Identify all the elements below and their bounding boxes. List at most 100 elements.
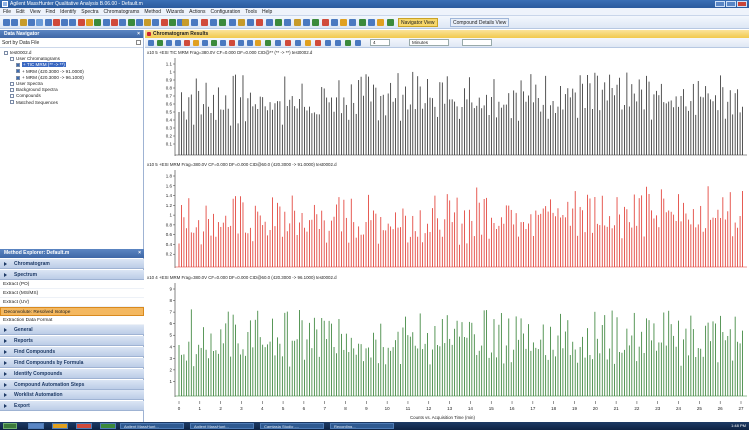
- toolbar-button-icon[interactable]: [321, 19, 329, 26]
- section-chromatogram[interactable]: Chromatogram: [0, 259, 144, 269]
- navigator-view-button[interactable]: Navigator View: [398, 18, 438, 27]
- zoom-field[interactable]: 4: [370, 39, 390, 46]
- toolbar-button-icon[interactable]: [237, 19, 245, 26]
- toolbar-button-icon[interactable]: [19, 19, 27, 26]
- section-find-compounds[interactable]: Find Compounds: [0, 346, 144, 357]
- chromatogram-tool-icon[interactable]: [247, 40, 253, 46]
- chromatogram-tool-icon[interactable]: [335, 40, 341, 46]
- toolbar-button-icon[interactable]: [386, 19, 394, 26]
- chevron-down-icon[interactable]: [136, 40, 141, 45]
- chromatogram-plot-mrm96[interactable]: 9 8 7 6 5 4 3 2 1: [145, 273, 749, 401]
- minimize-button[interactable]: [715, 1, 725, 7]
- pinned-app-icon[interactable]: [76, 423, 92, 429]
- toolbar-button-icon[interactable]: [119, 19, 127, 26]
- chromatogram-tool-icon[interactable]: [211, 40, 217, 46]
- toolbar-button-icon[interactable]: [256, 19, 264, 26]
- chromatogram-tool-icon[interactable]: [166, 40, 172, 46]
- toolbar-button-icon[interactable]: [3, 19, 10, 26]
- method-item[interactable]: Extract (UV): [0, 298, 144, 307]
- menu-item-identify[interactable]: Identify: [60, 9, 76, 15]
- toolbar-button-icon[interactable]: [340, 19, 348, 26]
- section-reports[interactable]: Reports: [0, 335, 144, 346]
- toolbar-button-icon[interactable]: [77, 19, 85, 26]
- pinned-app-icon[interactable]: [100, 423, 116, 429]
- section-compound-automation-steps[interactable]: Compound Automation Steps: [0, 379, 144, 390]
- menu-item-find[interactable]: Find: [45, 9, 55, 15]
- chromatogram-tool-icon[interactable]: [157, 40, 163, 46]
- toolbar-button-icon[interactable]: [312, 19, 320, 26]
- menu-item-method[interactable]: Method: [144, 9, 161, 15]
- taskbar-window-button[interactable]: Agilent MassHunt...: [190, 423, 254, 429]
- chromatogram-plot-tic[interactable]: 1.1 1 0.9 0.8 0.7 0.6 0.5 0.4 0.3 0.2 0.1: [145, 48, 749, 160]
- toolbar-button-icon[interactable]: [86, 19, 93, 26]
- chromatogram-tool-icon[interactable]: [238, 40, 244, 46]
- toolbar-button-icon[interactable]: [169, 19, 176, 26]
- toolbar-button-icon[interactable]: [219, 19, 227, 26]
- toolbar-button-icon[interactable]: [265, 19, 273, 26]
- toolbar-button-icon[interactable]: [61, 19, 69, 26]
- start-button[interactable]: [3, 423, 17, 429]
- checkbox-icon[interactable]: [16, 69, 20, 74]
- toolbar-button-icon[interactable]: [135, 19, 143, 26]
- toolbar-button-icon[interactable]: [209, 19, 217, 26]
- toolbar-button-icon[interactable]: [182, 19, 189, 26]
- toolbar-button-icon[interactable]: [368, 19, 375, 26]
- toolbar-button-icon[interactable]: [377, 19, 385, 26]
- toolbar-button-icon[interactable]: [228, 19, 236, 26]
- toolbar-button-icon[interactable]: [152, 19, 160, 26]
- pinned-app-icon[interactable]: [52, 423, 68, 429]
- close-pane-icon[interactable]: ×: [137, 30, 140, 38]
- toolbar-button-icon[interactable]: [293, 19, 301, 26]
- section-export[interactable]: Export: [0, 401, 144, 412]
- menu-item-edit[interactable]: Edit: [16, 9, 25, 15]
- toolbar-button-icon[interactable]: [110, 19, 118, 26]
- chromatogram-tool-icon[interactable]: [255, 40, 261, 46]
- chromatogram-tool-icon[interactable]: [184, 40, 190, 46]
- checkbox-icon[interactable]: [10, 94, 14, 99]
- toolbar-button-icon[interactable]: [144, 19, 152, 26]
- toolbar-button-icon[interactable]: [127, 19, 135, 26]
- toolbar-button-icon[interactable]: [247, 19, 255, 26]
- chromatogram-tool-icon[interactable]: [265, 40, 271, 46]
- chromatogram-tool-icon[interactable]: [229, 40, 235, 46]
- section-worklist-automation[interactable]: Worklist Automation: [0, 390, 144, 401]
- toolbar-button-icon[interactable]: [160, 19, 168, 26]
- toolbar-button-icon[interactable]: [52, 19, 60, 26]
- toolbar-button-icon[interactable]: [44, 19, 52, 26]
- menu-item-chromatograms[interactable]: Chromatograms: [104, 9, 140, 15]
- chromatogram-tool-icon[interactable]: [345, 40, 351, 46]
- menu-item-actions[interactable]: Actions: [189, 9, 205, 15]
- method-item[interactable]: Extract (PO): [0, 280, 144, 289]
- toolbar-button-icon[interactable]: [102, 19, 110, 26]
- method-item[interactable]: Extract (MS/MS): [0, 289, 144, 298]
- toolbar-button-icon[interactable]: [27, 19, 35, 26]
- chromatogram-tool-icon[interactable]: [148, 40, 154, 46]
- taskbar-window-button[interactable]: Recording...: [330, 423, 394, 429]
- toolbar-button-icon[interactable]: [302, 19, 310, 26]
- chromatogram-tool-icon[interactable]: [355, 40, 361, 46]
- checkbox-icon[interactable]: [16, 63, 20, 68]
- chromatogram-tool-icon[interactable]: [295, 40, 301, 46]
- section-find-compounds-by-formula[interactable]: Find Compounds by Formula: [0, 357, 144, 368]
- chromatogram-tool-icon[interactable]: [202, 40, 208, 46]
- checkbox-icon[interactable]: [10, 81, 14, 86]
- checkbox-icon[interactable]: [10, 88, 14, 92]
- chromatogram-tool-icon[interactable]: [220, 40, 226, 46]
- units-dropdown[interactable]: Minutes: [409, 39, 449, 46]
- menu-item-spectra[interactable]: Spectra: [81, 9, 98, 15]
- chromatogram-tool-icon[interactable]: [175, 40, 181, 46]
- toolbar-button-icon[interactable]: [11, 19, 19, 26]
- close-button[interactable]: [737, 1, 747, 7]
- toolbar-button-icon[interactable]: [36, 19, 44, 26]
- section-identify-compounds[interactable]: Identify Compounds: [0, 368, 144, 379]
- chromatogram-plot-mrm91[interactable]: 1.8 1.6 1.4 1.2 1 0.8 0.6 0.4 0.2: [145, 160, 749, 272]
- chromatogram-tool-icon[interactable]: [193, 40, 199, 46]
- sort-by-dropdown[interactable]: Sort by Data File: [0, 38, 143, 48]
- pinned-app-icon[interactable]: [28, 423, 44, 429]
- tree-item[interactable]: Matched Sequences: [4, 100, 143, 106]
- method-item[interactable]: Deconvolute: Resolved Isotope: [0, 307, 144, 316]
- taskbar-window-button[interactable]: Camtasia Studio -...: [260, 423, 324, 429]
- toolbar-button-icon[interactable]: [69, 19, 77, 26]
- menu-item-file[interactable]: File: [3, 9, 11, 15]
- menu-item-view[interactable]: View: [30, 9, 41, 15]
